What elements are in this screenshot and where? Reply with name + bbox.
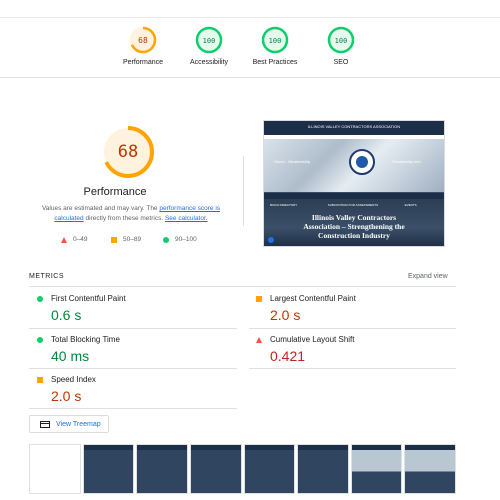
performance-title: Performance (83, 186, 147, 198)
gauge-seo[interactable]: 100 SEO (296, 26, 386, 66)
gauge-best-practices-score: 100 (269, 37, 282, 45)
legend-pass: 90–100 (163, 236, 197, 243)
screenshot-nav-3: EVENTS (404, 203, 417, 207)
metric-tbt-name: Total Blocking Time (51, 335, 120, 344)
view-treemap-label: View Treemap (56, 420, 101, 428)
screenshot-seal (349, 149, 375, 175)
legend-pass-range: 90–100 (175, 236, 197, 243)
screenshot-site-name: ILLINOIS VALLEY CONTRACTORS ASSOCIATION (264, 121, 444, 135)
screenshot-nav: BUILD DIRECTORY SUBCONTRACTOR ASSESSMENT… (264, 192, 444, 207)
filmstrip (29, 444, 456, 494)
average-square-icon (37, 376, 43, 383)
metrics-row-divider-right-1 (249, 328, 456, 329)
filmstrip-frame (29, 444, 81, 494)
screenshot-hero-left: Home - Membership (274, 159, 311, 164)
filmstrip-frame (297, 444, 349, 494)
metrics-row-divider-right-2 (249, 368, 456, 369)
filmstrip-frame (350, 444, 403, 494)
metrics-row-divider-left-2 (29, 368, 237, 369)
square-icon (111, 236, 117, 243)
legend-fail-range: 0–49 (73, 236, 88, 243)
summary-divider (0, 77, 500, 78)
screenshot-nav-2: SUBCONTRACTOR ASSESSMENTS (327, 203, 379, 207)
vertical-divider (243, 156, 244, 226)
legend-average-range: 50–89 (123, 236, 142, 243)
info-icon (268, 237, 274, 243)
legend-average: 50–89 (111, 236, 141, 243)
final-screenshot[interactable]: ILLINOIS VALLEY CONTRACTORS ASSOCIATION … (263, 120, 445, 247)
screenshot-nav-1: BUILD DIRECTORY (270, 203, 298, 207)
gauge-seo-ring: 100 (327, 26, 355, 54)
top-divider (0, 17, 500, 18)
metric-cls-value: 0.421 (270, 348, 306, 364)
metric-cls-name: Cumulative Layout Shift (270, 335, 355, 344)
screenshot-headline: Illinois Valley Contractors Association … (303, 213, 405, 240)
filmstrip-frame (189, 444, 242, 494)
see-calculator-link[interactable]: See calculator. (165, 215, 208, 222)
average-square-icon (256, 295, 262, 302)
filmstrip-frame (136, 444, 188, 494)
performance-score: 68 (117, 142, 139, 162)
metric-lcp-value: 2.0 s (270, 307, 301, 323)
legend-fail: 0–49 (61, 236, 87, 243)
filmstrip-frame (82, 444, 135, 494)
metrics-heading: METRICS (29, 273, 64, 280)
metrics-row-divider-left-1 (29, 328, 237, 329)
pass-circle-icon (37, 295, 43, 302)
gauge-performance-score: 68 (138, 36, 148, 45)
metric-cls: Cumulative Layout Shift 0.421 (256, 335, 456, 364)
metric-lcp: Largest Contentful Paint 2.0 s (256, 294, 456, 323)
pass-circle-icon (37, 336, 43, 343)
metric-speed-index-name: Speed Index (51, 375, 96, 384)
metric-fcp-value: 0.6 s (51, 307, 82, 323)
gauge-accessibility-ring: 100 (195, 26, 223, 54)
metric-speed-index-value: 2.0 s (51, 388, 82, 404)
metrics-divider (29, 286, 456, 287)
metric-lcp-name: Largest Contentful Paint (270, 294, 356, 303)
gauge-seo-score: 100 (335, 37, 348, 45)
fail-triangle-icon (256, 336, 262, 343)
metrics-row-divider-left-3 (29, 408, 237, 409)
view-treemap-button[interactable]: View Treemap (29, 415, 109, 433)
filmstrip-frame (243, 444, 296, 494)
triangle-icon (61, 236, 67, 243)
desc-text-1: Values are estimated and may vary. The (41, 205, 160, 212)
desc-text-2: directly from these metrics. (83, 215, 165, 222)
circle-icon (163, 236, 169, 243)
performance-gauge: 68 (100, 124, 156, 180)
filmstrip-frame (404, 444, 456, 494)
performance-description: Values are estimated and may vary. The p… (36, 204, 226, 224)
screenshot-hero: Home - Membership Scholarship Info (264, 139, 444, 192)
metric-speed-index: Speed Index 2.0 s (37, 375, 237, 404)
metric-tbt-value: 40 ms (51, 348, 90, 364)
screenshot-hero-right: Scholarship Info (392, 159, 421, 164)
metric-fcp-name: First Contentful Paint (51, 294, 126, 303)
gauge-accessibility-score: 100 (203, 37, 216, 45)
gauge-performance-ring: 68 (129, 26, 157, 54)
metric-tbt: Total Blocking Time 40 ms (37, 335, 237, 364)
metric-fcp: First Contentful Paint 0.6 s (37, 294, 237, 323)
treemap-icon (40, 420, 50, 428)
gauge-seo-label: SEO (333, 59, 349, 66)
gauge-best-practices-ring: 100 (261, 26, 289, 54)
expand-view-toggle[interactable]: Expand view (408, 273, 448, 280)
